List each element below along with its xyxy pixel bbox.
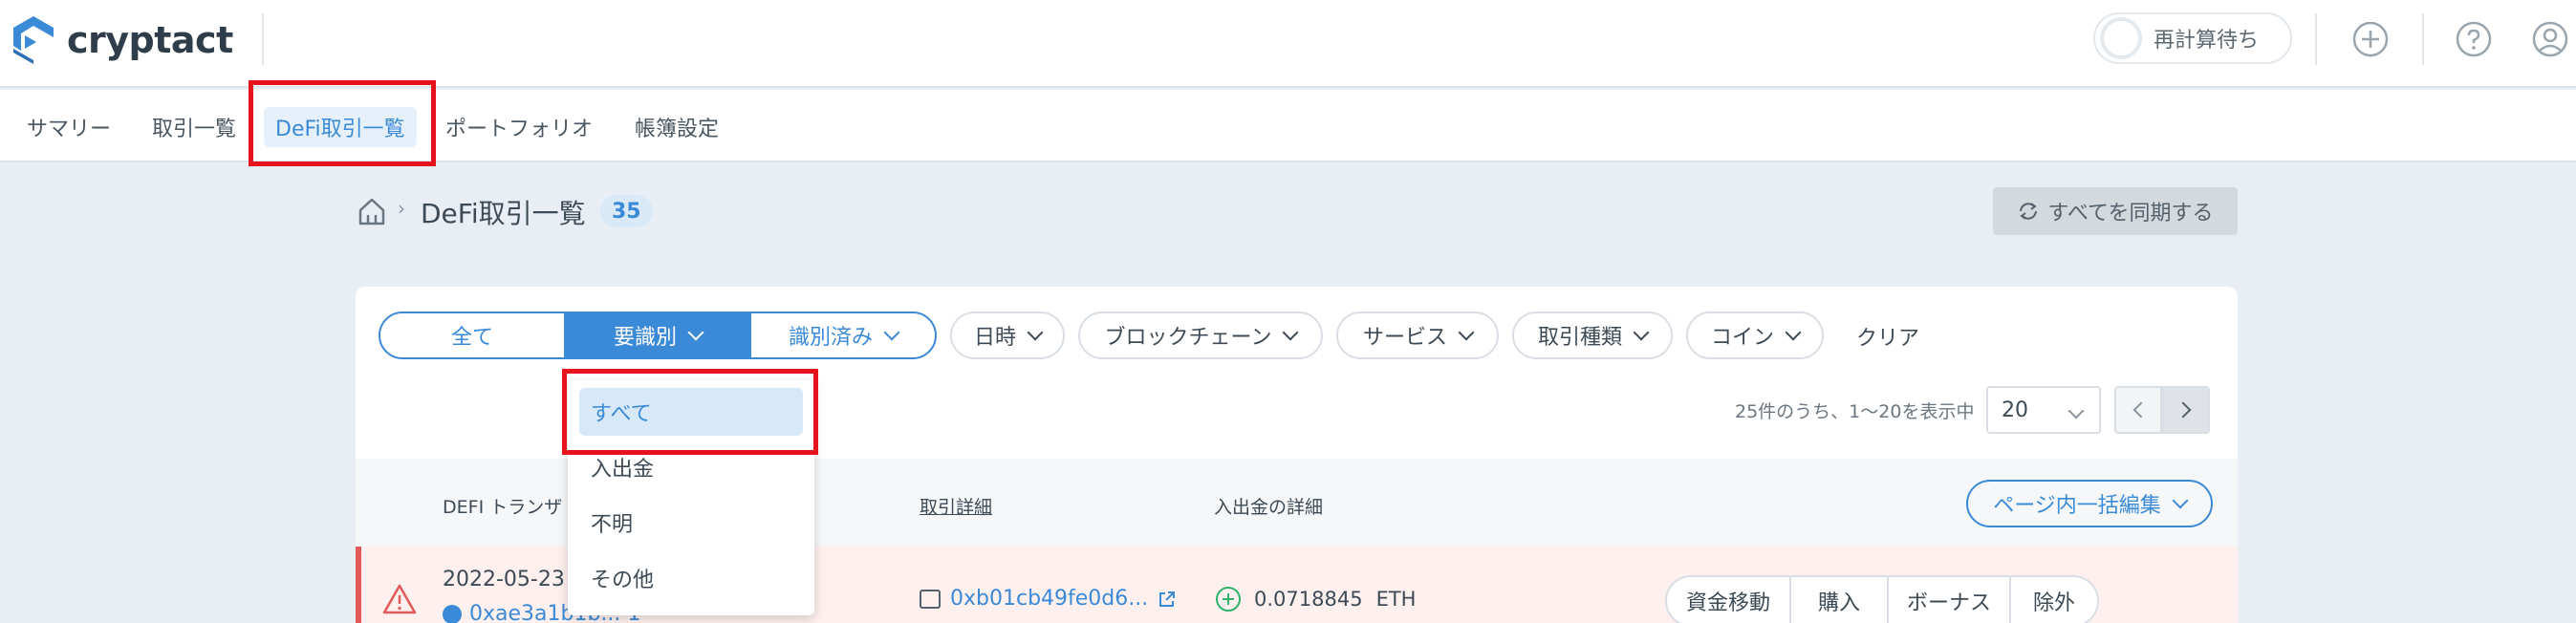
segment-identified-label: 識別済み bbox=[788, 326, 873, 350]
filter-transaction-type-label: 取引種類 bbox=[1537, 326, 1622, 350]
help-circle-icon[interactable] bbox=[2455, 20, 2493, 58]
filter-blockchain-label: ブロックチェーン bbox=[1104, 326, 1272, 350]
column-header-defi-tx: DEFI トランザ bbox=[443, 497, 563, 518]
row-amount-symbol: ETH bbox=[1375, 588, 1417, 611]
chevron-down-icon bbox=[2067, 402, 2085, 419]
sync-icon bbox=[2020, 203, 2038, 220]
row-amount-value: 0.0718845 bbox=[1254, 588, 1363, 611]
home-icon[interactable] bbox=[356, 195, 388, 227]
header-divider bbox=[262, 13, 264, 65]
bulk-edit-label: ページ内一括編集 bbox=[1993, 494, 2161, 518]
action-bonus-button[interactable]: ボーナス bbox=[1887, 577, 2009, 623]
per-page-value: 20 bbox=[2002, 397, 2028, 422]
action-exclude-button[interactable]: 除外 bbox=[2009, 577, 2097, 623]
highlight-box-nav bbox=[249, 80, 436, 166]
row-date: 2022-05-23 1 bbox=[443, 568, 585, 591]
row-amount: 0.0718845 ETH bbox=[1216, 587, 1416, 612]
recalc-label: 再計算待ち bbox=[2154, 29, 2260, 53]
brand-logo[interactable]: cryptact bbox=[11, 13, 233, 67]
filter-service-label: サービス bbox=[1362, 326, 1447, 350]
nav-item-transactions[interactable]: 取引一覧 bbox=[141, 107, 248, 147]
logo-text: cryptact bbox=[67, 19, 233, 61]
warning-icon bbox=[382, 584, 417, 614]
wallet-icon bbox=[920, 589, 941, 609]
filter-coin-label: コイン bbox=[1710, 326, 1774, 350]
clear-filters-button[interactable]: クリア bbox=[1856, 321, 1919, 352]
recalc-spinner-icon bbox=[2100, 17, 2142, 59]
chevron-down-icon bbox=[1458, 324, 1475, 341]
dropdown-item-unknown[interactable]: 不明 bbox=[579, 499, 803, 547]
filter-coin[interactable]: コイン bbox=[1686, 312, 1824, 359]
segment-all-label: 全て bbox=[450, 326, 493, 350]
per-page-select[interactable]: 20 bbox=[1986, 386, 2101, 434]
row-action-group: 資金移動 購入 ボーナス 除外 bbox=[1665, 575, 2099, 623]
next-page-button[interactable] bbox=[2162, 386, 2210, 434]
user-circle-icon[interactable] bbox=[2531, 20, 2569, 58]
filter-service[interactable]: サービス bbox=[1336, 312, 1499, 359]
count-badge: 35 bbox=[600, 195, 653, 227]
nav-item-portfolio[interactable]: ポートフォリオ bbox=[434, 107, 604, 147]
filter-blockchain[interactable]: ブロックチェーン bbox=[1078, 312, 1323, 359]
chevron-down-icon bbox=[2172, 492, 2189, 509]
ethereum-chain-icon bbox=[443, 605, 462, 623]
column-header-tx-detail[interactable]: 取引詳細 bbox=[920, 493, 992, 519]
header-separator bbox=[2422, 13, 2424, 65]
sync-all-label: すべてを同期する bbox=[2047, 202, 2214, 226]
bulk-edit-button[interactable]: ページ内一括編集 bbox=[1966, 480, 2213, 527]
sync-all-button[interactable]: すべてを同期する bbox=[1993, 187, 2238, 235]
filter-datetime[interactable]: 日時 bbox=[950, 312, 1065, 359]
column-header-io-detail: 入出金の詳細 bbox=[1214, 497, 1324, 518]
filter-datetime-label: 日時 bbox=[973, 326, 1016, 350]
header-separator bbox=[2315, 13, 2317, 65]
breadcrumb-separator: › bbox=[398, 197, 405, 220]
plus-circle-icon[interactable] bbox=[2351, 20, 2390, 58]
chevron-down-icon bbox=[1785, 324, 1802, 341]
top-header: cryptact 再計算待ち bbox=[0, 0, 2576, 88]
external-link-icon bbox=[1159, 591, 1176, 607]
status-segmented-control: 全て 要識別 識別済み bbox=[379, 312, 937, 359]
segment-needs-identification[interactable]: 要識別 bbox=[564, 313, 749, 357]
page-title: DeFi取引一覧 bbox=[421, 198, 586, 229]
dropdown-item-other[interactable]: その他 bbox=[579, 554, 803, 602]
highlight-box-dropdown bbox=[562, 369, 818, 455]
segment-all[interactable]: 全て bbox=[380, 313, 564, 357]
chevron-right-icon bbox=[2175, 401, 2192, 419]
action-fund-transfer-button[interactable]: 資金移動 bbox=[1667, 577, 1789, 623]
recalc-status[interactable]: 再計算待ち bbox=[2093, 12, 2292, 64]
chevron-down-icon bbox=[1633, 324, 1650, 341]
row-tx-link[interactable]: 0xb01cb49fe0d6... bbox=[920, 587, 1177, 611]
results-summary: 25件のうち、1〜20を表示中 bbox=[1735, 401, 1975, 422]
chevron-down-icon bbox=[883, 324, 900, 341]
chevron-left-icon bbox=[2132, 401, 2150, 419]
chevron-down-icon bbox=[1282, 324, 1299, 341]
filter-transaction-type[interactable]: 取引種類 bbox=[1512, 312, 1673, 359]
segment-identified[interactable]: 識別済み bbox=[749, 313, 935, 357]
nav-item-ledger-settings[interactable]: 帳簿設定 bbox=[623, 107, 730, 147]
row-tx-hash: 0xb01cb49fe0d6... bbox=[950, 587, 1149, 611]
cryptact-logo-icon bbox=[13, 16, 54, 64]
chevron-down-icon bbox=[687, 324, 704, 341]
action-buy-button[interactable]: 購入 bbox=[1789, 577, 1887, 623]
nav-item-summary[interactable]: サマリー bbox=[15, 107, 122, 147]
deposit-plus-icon bbox=[1216, 587, 1241, 612]
prev-page-button[interactable] bbox=[2114, 386, 2162, 434]
chevron-down-icon bbox=[1027, 324, 1044, 341]
segment-needs-identification-label: 要識別 bbox=[613, 326, 677, 350]
